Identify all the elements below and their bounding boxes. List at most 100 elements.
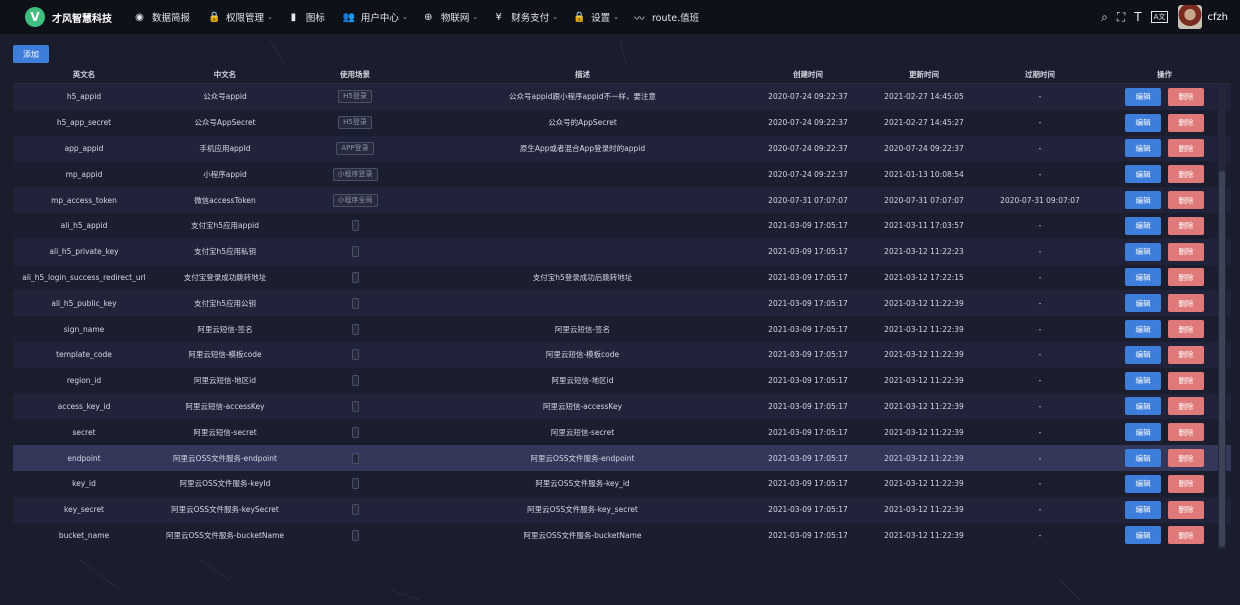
edit-button[interactable]: 编辑 [1125, 526, 1161, 545]
column-header[interactable]: 过期时间 [982, 69, 1098, 80]
nav-item-3[interactable]: 👥 用户中心 ⌄ [343, 10, 408, 25]
edit-button[interactable]: 编辑 [1125, 113, 1161, 132]
cell-actions: 编辑 删除 [1098, 242, 1231, 261]
delete-button[interactable]: 删除 [1168, 87, 1204, 106]
column-header[interactable]: 使用场景 [295, 69, 415, 80]
cell-en-name: app_appid [64, 143, 104, 153]
table-row[interactable]: access_key_id 阿里云短信-accessKey 阿里云短信-access… [13, 393, 1231, 420]
nav-item-6[interactable]: 🔒 设置 ⌄ [573, 10, 619, 25]
cell-cn-name: 支付宝h5应用公钥 [193, 298, 257, 308]
table-row[interactable]: ali_h5_private_key 支付宝h5应用私钥 2021-03-09 17… [13, 238, 1231, 265]
table-row[interactable]: secret 阿里云短信-secret 阿里云短信-secret 2021-03-09… [13, 419, 1231, 446]
brand-logo[interactable]: V 才风智慧科技 [25, 7, 112, 27]
delete-button[interactable]: 删除 [1168, 216, 1204, 235]
avatar[interactable] [1178, 5, 1203, 29]
column-header[interactable]: 中文名 [155, 69, 295, 80]
cell-scene [295, 349, 415, 361]
column-header[interactable]: 描述 [415, 69, 750, 80]
nav-item-7[interactable]: 〰 route.值班 [634, 10, 702, 25]
edit-button[interactable]: 编辑 [1125, 216, 1161, 235]
delete-button[interactable]: 删除 [1168, 371, 1204, 390]
cell-scene [295, 220, 415, 232]
cell-description: 公众号appid跟小程序appid不一样，要注意 [509, 92, 656, 102]
nav-item-5[interactable]: ¥ 财务支付 ⌄ [493, 10, 559, 25]
delete-button[interactable]: 删除 [1168, 320, 1204, 339]
cell-cn-name: 小程序appid [203, 169, 247, 179]
column-header[interactable]: 英文名 [13, 69, 155, 80]
delete-button[interactable]: 删除 [1168, 449, 1204, 468]
delete-button[interactable]: 删除 [1168, 191, 1204, 210]
add-button[interactable]: 添加 [13, 45, 49, 63]
table-scrollbar[interactable] [1218, 87, 1226, 549]
edit-button[interactable]: 编辑 [1125, 268, 1161, 287]
user-name[interactable]: cfzh [1207, 12, 1228, 23]
cell-scene [295, 271, 415, 283]
edit-button[interactable]: 编辑 [1125, 320, 1161, 339]
edit-button[interactable]: 编辑 [1125, 371, 1161, 390]
table-row[interactable]: mp_access_token 微信accessToken 小程序全局 2020-07… [13, 187, 1231, 213]
cell-scene [295, 297, 415, 309]
cell-updated: 2021-03-12 11:22:39 [884, 350, 964, 360]
table-row[interactable]: region_id 阿里云短信-地区id 阿里云短信-地区id 2021-03-09 … [13, 367, 1231, 394]
edit-button[interactable]: 编辑 [1125, 449, 1161, 468]
nav-item-1[interactable]: 🔒 权限管理 ⌄ [208, 10, 273, 25]
cell-created: 2020-07-24 09:22:37 [768, 169, 848, 179]
table-row[interactable]: endpoint 阿里云OSS文件服务-endpoint 阿里云OSS文件服务-en… [13, 445, 1231, 471]
edit-button[interactable]: 编辑 [1125, 345, 1161, 364]
table-row[interactable]: sign_name 阿里云短信-签名 阿里云短信-签名 2021-03-09 17:0… [13, 316, 1231, 342]
edit-button[interactable]: 编辑 [1125, 165, 1161, 184]
delete-button[interactable]: 删除 [1168, 294, 1204, 313]
cell-updated: 2021-03-12 11:22:39 [884, 324, 964, 334]
scrollbar-thumb[interactable] [1219, 171, 1225, 547]
edit-button[interactable]: 编辑 [1125, 191, 1161, 210]
edit-button[interactable]: 编辑 [1125, 474, 1161, 493]
edit-button[interactable]: 编辑 [1125, 294, 1161, 313]
table-row[interactable]: bucket_name 阿里云OSS文件服务-bucketName 阿里云OSS文件… [13, 522, 1231, 549]
delete-button[interactable]: 删除 [1168, 526, 1204, 545]
table-row[interactable]: mp_appid 小程序appid 小程序登录 2020-07-24 09:22:37… [13, 161, 1231, 188]
table-row[interactable]: app_appid 手机应用appId APP登录 原生App或者混合App登录时的a… [13, 135, 1231, 162]
font-size-icon[interactable]: T [1134, 10, 1141, 24]
delete-button[interactable]: 删除 [1168, 242, 1204, 261]
table-row[interactable]: template_code 阿里云短信-模板code 阿里云短信-模板code 202… [13, 341, 1231, 368]
delete-button[interactable]: 删除 [1168, 500, 1204, 519]
edit-button[interactable]: 编辑 [1125, 139, 1161, 158]
edit-button[interactable]: 编辑 [1125, 500, 1161, 519]
column-header[interactable]: 创建时间 [750, 69, 866, 80]
nav-item-4[interactable]: ⊕ 物联网 ⌄ [423, 10, 478, 25]
table-row[interactable]: key_id 阿里云OSS文件服务-keyId 阿里云OSS文件服务-key_id 2… [13, 470, 1231, 497]
table-row[interactable]: h5_app_secret 公众号AppSecret H5登录 公众号的AppSecr… [13, 109, 1231, 136]
table-row[interactable]: key_secret 阿里云OSS文件服务-keySecret 阿里云OSS文件服务… [13, 496, 1231, 523]
table-row[interactable]: h5_appid 公众号appid H5登录 公众号appid跟小程序appid不一样… [13, 84, 1231, 110]
fullscreen-icon[interactable]: ⛶ [1117, 10, 1125, 25]
delete-button[interactable]: 删除 [1168, 113, 1204, 132]
table-row[interactable]: ali_h5_login_success_redirect_url 支付宝登录成功… [13, 264, 1231, 291]
language-icon[interactable]: A文 [1150, 11, 1169, 23]
nav-item-0[interactable]: ◉ 数据简报 [134, 10, 193, 25]
edit-button[interactable]: 编辑 [1125, 242, 1161, 261]
edit-button[interactable]: 编辑 [1125, 397, 1161, 416]
search-icon[interactable]: ⌕ [1101, 10, 1108, 25]
delete-button[interactable]: 删除 [1168, 474, 1204, 493]
cell-updated: 2021-03-12 11:22:23 [884, 247, 964, 257]
brand-name: 才风智慧科技 [52, 13, 112, 25]
top-navbar: V 才风智慧科技 ◉ 数据简报 🔒 权限管理 ⌄ ▮ 图标 👥 用户中心 ⌄ ⊕ 物联网 ⌄ ¥ 财务支付 ⌄… [0, 0, 1240, 34]
delete-button[interactable]: 删除 [1168, 345, 1204, 364]
column-header[interactable]: 更新时间 [866, 69, 982, 80]
delete-button[interactable]: 删除 [1168, 165, 1204, 184]
cell-scene [295, 323, 415, 335]
column-header[interactable]: 操作 [1098, 69, 1231, 80]
delete-button[interactable]: 删除 [1168, 423, 1204, 442]
cell-description: 原生App或者混合App登录时的appid [519, 143, 646, 153]
table-row[interactable]: ali_h5_appid 支付宝h5应用appid 2021-03-09 17:05… [13, 212, 1231, 239]
nav-item-2[interactable]: ▮ 图标 [288, 10, 328, 25]
table-row[interactable]: ali_h5_public_key 支付宝h5应用公钥 2021-03-09 17:… [13, 290, 1231, 317]
cell-scene [295, 246, 415, 258]
edit-button[interactable]: 编辑 [1125, 87, 1161, 106]
delete-button[interactable]: 删除 [1168, 139, 1204, 158]
delete-button[interactable]: 删除 [1168, 397, 1204, 416]
delete-button[interactable]: 删除 [1168, 268, 1204, 287]
cell-updated: 2020-07-24 09:22:37 [884, 143, 964, 153]
cell-created: 2021-03-09 17:05:17 [768, 479, 848, 489]
edit-button[interactable]: 编辑 [1125, 423, 1161, 442]
